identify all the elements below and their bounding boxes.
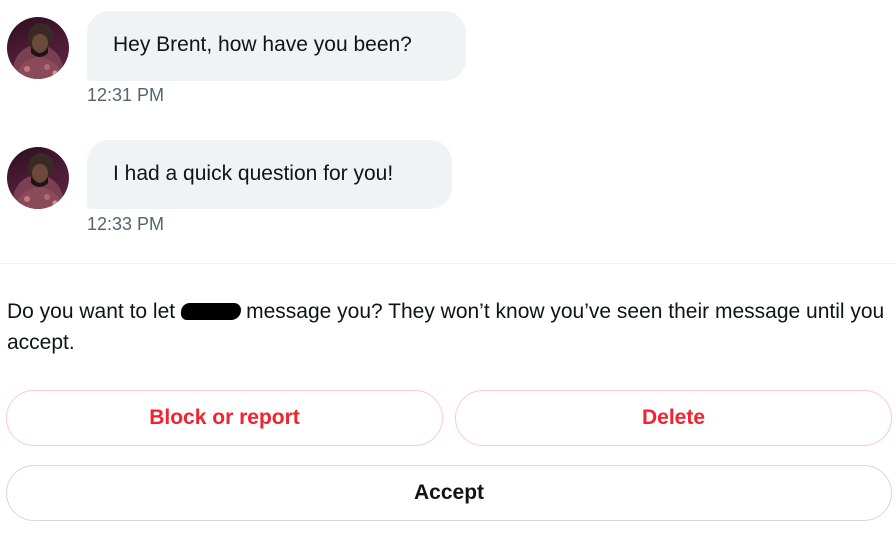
- message-text: Hey Brent, how have you been?: [113, 33, 412, 56]
- message-text: I had a quick question for you!: [113, 162, 394, 185]
- message-timestamp: 12:33 PM: [87, 214, 165, 234]
- avatar-photo-icon: [15, 26, 63, 79]
- delete-button[interactable]: Delete: [455, 390, 892, 446]
- message-bubble[interactable]: Hey Brent, how have you been?: [87, 11, 466, 81]
- block-or-report-label: Block or report: [149, 406, 300, 429]
- divider: [0, 263, 896, 264]
- message-timestamp: 12:31 PM: [87, 85, 165, 105]
- delete-label: Delete: [641, 406, 706, 429]
- redacted-username: [181, 303, 242, 320]
- prompt-text-start: Do you want to let: [7, 300, 176, 323]
- accept-button[interactable]: Accept: [6, 465, 892, 521]
- avatar-photo-icon: [15, 156, 63, 209]
- accept-label: Accept: [413, 481, 485, 504]
- block-or-report-button[interactable]: Block or report: [6, 390, 443, 446]
- sender-avatar[interactable]: [7, 147, 69, 209]
- sender-avatar[interactable]: [7, 17, 69, 79]
- message-request-prompt: Do you want to let message you? They won’…: [7, 296, 889, 358]
- message-bubble[interactable]: I had a quick question for you!: [87, 140, 452, 209]
- message-request-view: Hey Brent, how have you been? 12:31 PM I…: [0, 0, 896, 539]
